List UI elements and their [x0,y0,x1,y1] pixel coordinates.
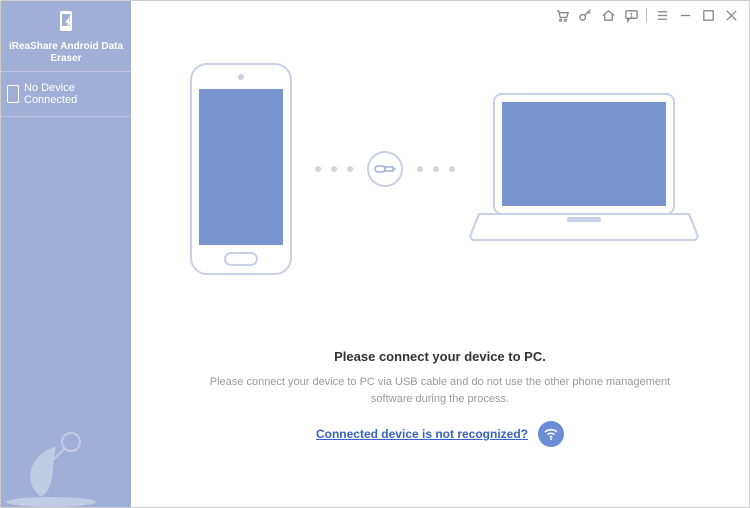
app-logo-icon [54,9,78,37]
wifi-connect-button[interactable] [538,421,564,447]
connection-dots-right [417,166,455,172]
wifi-icon [543,426,559,442]
home-icon[interactable] [598,5,618,25]
connection-dots-left [315,166,353,172]
sidebar: iReaShare Android Data Eraser No Device … [1,1,131,507]
key-icon[interactable] [575,5,595,25]
laptop-illustration-icon [469,89,699,249]
content-area: Please connect your device to PC. Please… [131,29,749,507]
usb-plug-icon [367,151,403,187]
dot-icon [347,166,353,172]
maximize-button[interactable] [698,5,718,25]
dot-icon [331,166,337,172]
connection-illustration [181,59,699,279]
dot-icon [449,166,455,172]
titlebar [131,1,749,29]
main-area: Please connect your device to PC. Please… [131,1,749,507]
instruction-block: Please connect your device to PC. Please… [200,349,680,447]
device-status-label: No Device Connected [24,82,125,106]
cart-icon[interactable] [552,5,572,25]
dot-icon [315,166,321,172]
headline-text: Please connect your device to PC. [200,349,680,364]
sidebar-device-status[interactable]: No Device Connected [1,72,131,117]
feedback-icon[interactable] [621,5,641,25]
close-button[interactable] [721,5,741,25]
titlebar-separator [646,8,647,22]
brand-text: iReaShare Android Data Eraser [5,41,127,65]
minimize-button[interactable] [675,5,695,25]
dot-icon [417,166,423,172]
menu-icon[interactable] [652,5,672,25]
not-recognized-link[interactable]: Connected device is not recognized? [316,427,528,441]
phone-icon [7,85,19,103]
logo-block: iReaShare Android Data Eraser [1,1,131,72]
phone-illustration-icon [181,59,301,279]
subtext: Please connect your device to PC via USB… [200,374,680,407]
sidebar-decoration-icon [1,397,131,507]
dot-icon [433,166,439,172]
help-row: Connected device is not recognized? [200,421,680,447]
